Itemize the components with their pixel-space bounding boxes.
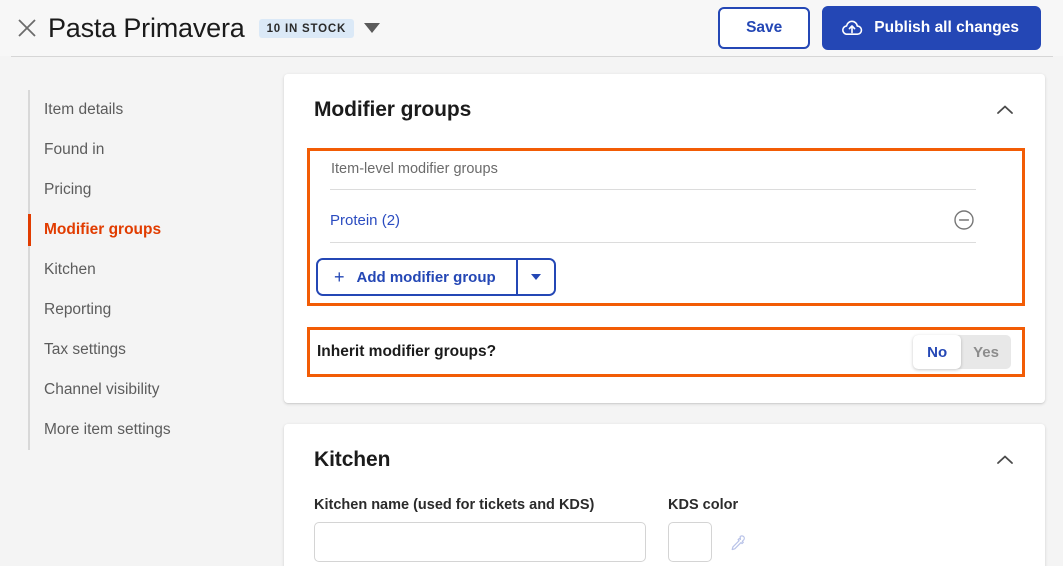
save-button[interactable]: Save	[718, 7, 811, 49]
sidebar-item-item-details[interactable]: Item details	[30, 90, 258, 130]
kds-color-label: KDS color	[668, 497, 739, 513]
sidebar-item-channel-visibility[interactable]: Channel visibility	[30, 370, 258, 410]
kds-color-field-group: KDS color	[668, 497, 748, 562]
inherit-modifier-groups-row: Inherit modifier groups? No Yes	[307, 327, 1025, 377]
page-title: Pasta Primavera	[48, 12, 245, 43]
publish-button-label: Publish all changes	[874, 19, 1019, 37]
chevron-up-icon[interactable]	[991, 96, 1019, 124]
sidebar-item-label: Found in	[44, 141, 105, 158]
add-modifier-group-dropdown-button[interactable]	[515, 260, 554, 294]
modifier-group-link[interactable]: Protein (2)	[330, 212, 400, 229]
modifier-groups-card-header: Modifier groups	[284, 74, 1045, 124]
item-level-modifier-groups-label: Item-level modifier groups	[331, 161, 498, 177]
kitchen-name-label: Kitchen name (used for tickets and KDS)	[314, 497, 595, 513]
sidebar-item-label: More item settings	[44, 421, 171, 438]
sidebar-item-label: Pricing	[44, 181, 92, 198]
chevron-down-icon	[530, 274, 541, 280]
kitchen-name-input[interactable]	[314, 522, 646, 562]
divider	[330, 242, 976, 243]
kitchen-title: Kitchen	[314, 448, 391, 471]
app-header: Pasta Primavera 10 IN STOCK Save Publish…	[0, 0, 1063, 56]
sidebar-item-label: Modifier groups	[44, 221, 162, 238]
add-modifier-group-split-button: + Add modifier group	[316, 258, 556, 296]
sidebar-item-more-item-settings[interactable]: More item settings	[30, 410, 258, 450]
add-modifier-group-button[interactable]: + Add modifier group	[318, 260, 516, 294]
publish-all-changes-button[interactable]: Publish all changes	[822, 6, 1041, 50]
inherit-modifier-groups-label: Inherit modifier groups?	[317, 343, 497, 360]
divider	[330, 189, 976, 190]
kitchen-fields: Kitchen name (used for tickets and KDS) …	[314, 497, 748, 562]
sidebar-item-kitchen[interactable]: Kitchen	[30, 250, 258, 290]
modifier-groups-title: Modifier groups	[314, 98, 472, 121]
sidebar-item-label: Kitchen	[44, 261, 96, 278]
toggle-option-yes[interactable]: Yes	[961, 335, 1011, 369]
header-divider	[11, 56, 1053, 57]
add-modifier-group-label: Add modifier group	[356, 268, 496, 286]
sidebar-item-found-in[interactable]: Found in	[30, 130, 258, 170]
sidebar-item-tax-settings[interactable]: Tax settings	[30, 330, 258, 370]
eyedropper-icon[interactable]	[726, 533, 748, 555]
plus-icon: +	[334, 267, 345, 287]
status-badge: 10 IN STOCK	[258, 18, 355, 38]
sidebar-item-label: Item details	[44, 101, 124, 118]
sidebar-item-pricing[interactable]: Pricing	[30, 170, 258, 210]
sidebar-item-label: Reporting	[44, 301, 112, 318]
kds-color-row	[668, 522, 748, 562]
minus-circle-icon[interactable]	[952, 208, 976, 232]
sidebar-item-label: Channel visibility	[44, 381, 160, 398]
kds-color-swatch[interactable]	[668, 522, 712, 562]
cloud-upload-icon	[840, 18, 864, 38]
toggle-option-no[interactable]: No	[913, 335, 962, 369]
chevron-up-icon[interactable]	[991, 446, 1019, 474]
sidebar-item-label: Tax settings	[44, 341, 126, 358]
sidebar-item-reporting[interactable]: Reporting	[30, 290, 258, 330]
kitchen-name-field-group: Kitchen name (used for tickets and KDS)	[314, 497, 646, 562]
modifier-group-row: Protein (2)	[330, 200, 976, 240]
sidebar-item-modifier-groups[interactable]: Modifier groups	[28, 210, 258, 250]
kitchen-card-header: Kitchen	[284, 424, 1045, 474]
inherit-modifier-groups-toggle[interactable]: No Yes	[913, 335, 1011, 369]
close-icon[interactable]	[14, 15, 40, 41]
chevron-down-icon[interactable]	[364, 23, 381, 33]
section-nav: Item details Found in Pricing Modifier g…	[28, 90, 258, 450]
